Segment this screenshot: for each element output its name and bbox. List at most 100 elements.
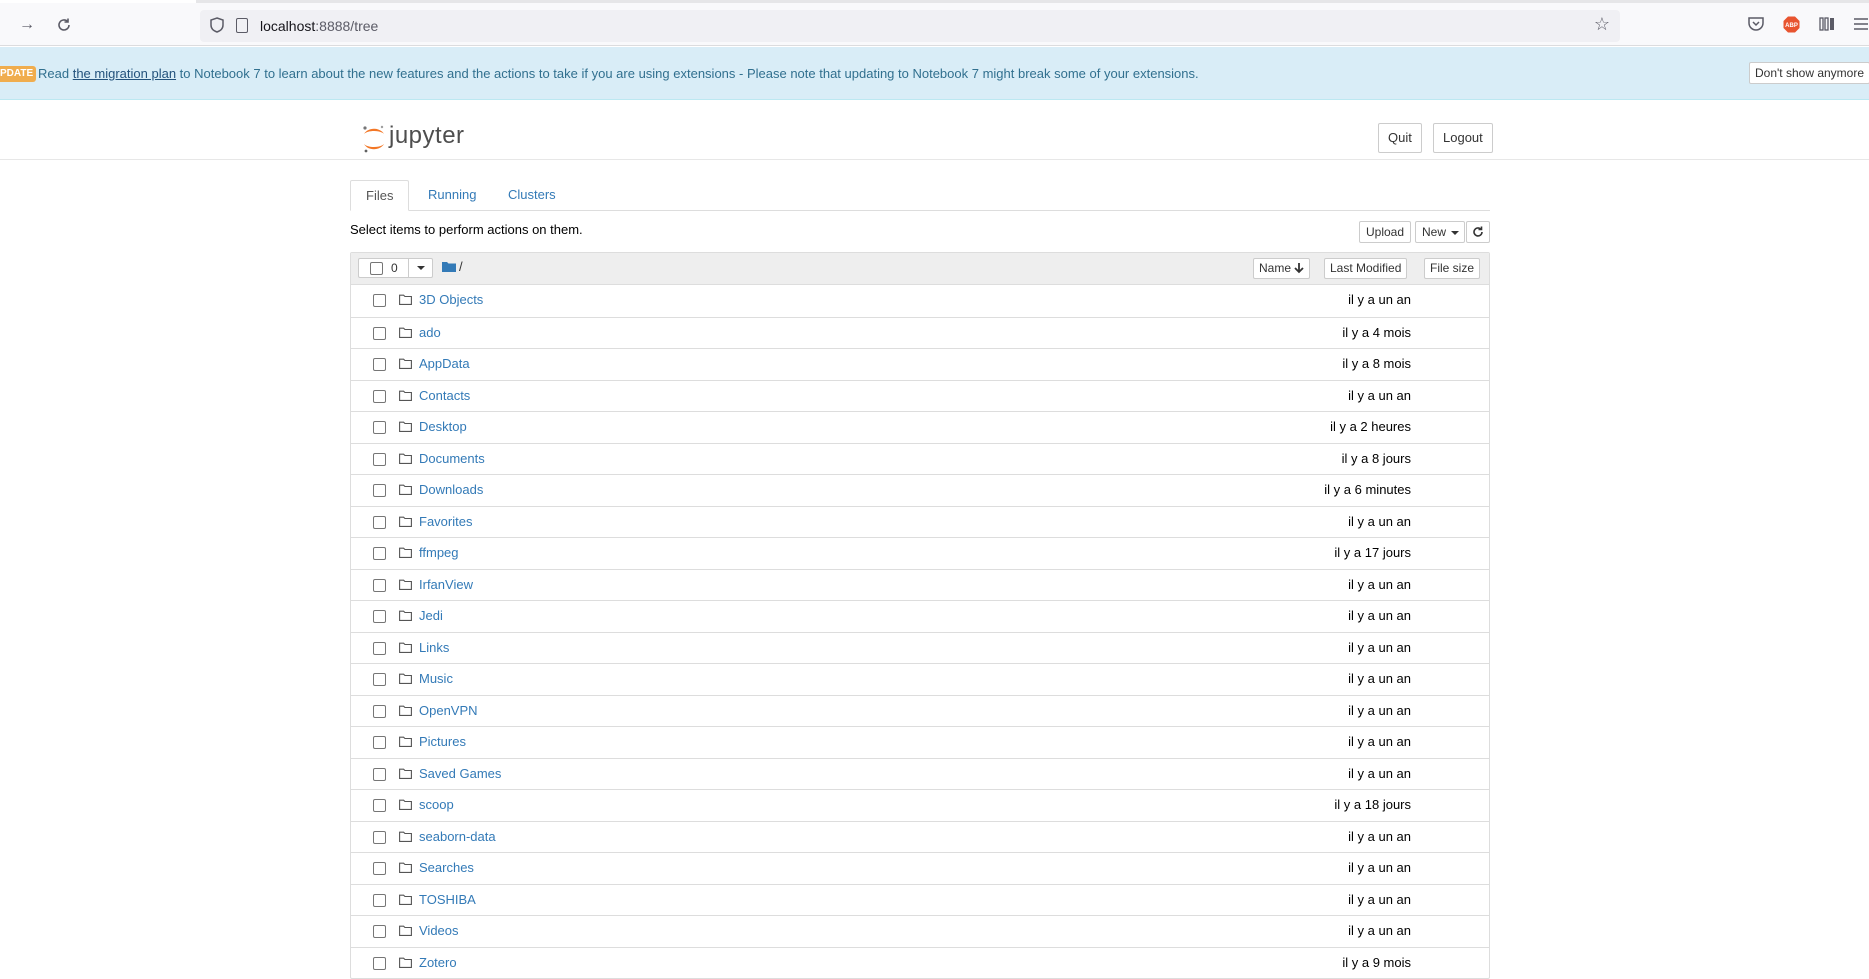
quit-button[interactable]: Quit — [1378, 123, 1422, 153]
adblock-icon[interactable]: ABP — [1783, 16, 1800, 33]
item-checkbox[interactable] — [373, 956, 386, 970]
pocket-icon[interactable] — [1748, 17, 1764, 31]
list-item[interactable]: TOSHIBA il y a un an — [351, 883, 1489, 916]
list-item[interactable]: Downloads il y a 6 minutes — [351, 474, 1489, 506]
item-name-link[interactable]: Links — [419, 640, 449, 655]
item-name-link[interactable]: seaborn-data — [419, 829, 496, 844]
list-item[interactable]: Desktop il y a 2 heures — [351, 411, 1489, 443]
item-name-link[interactable]: Searches — [419, 860, 474, 875]
item-checkbox[interactable] — [373, 799, 386, 812]
shield-icon[interactable] — [210, 17, 224, 33]
tab-files[interactable]: Files — [350, 180, 410, 211]
item-checkbox[interactable] — [373, 610, 386, 623]
list-item[interactable]: Videos il y a un an — [351, 915, 1489, 947]
new-dropdown-button[interactable]: New — [1415, 221, 1466, 243]
list-item[interactable]: ffmpeg il y a 17 jours — [351, 537, 1489, 569]
item-name-link[interactable]: TOSHIBA — [419, 892, 476, 907]
sort-by-size-button[interactable]: File size — [1424, 258, 1481, 279]
item-checkbox[interactable] — [373, 673, 386, 686]
list-item[interactable]: scoop il y a 18 jours — [351, 789, 1489, 821]
item-name-link[interactable]: 3D Objects — [419, 292, 483, 307]
item-name-link[interactable]: Jedi — [419, 608, 443, 623]
refresh-button[interactable] — [1466, 221, 1490, 243]
item-name-link[interactable]: ffmpeg — [419, 545, 459, 560]
item-name-link[interactable]: Music — [419, 671, 453, 686]
reload-icon[interactable] — [53, 14, 75, 36]
list-item[interactable]: OpenVPN il y a un an — [351, 694, 1489, 727]
tab-running[interactable]: Running — [413, 180, 491, 210]
menu-icon[interactable] — [1854, 17, 1868, 31]
list-item[interactable]: Zotero il y a 9 mois — [351, 946, 1489, 979]
list-item[interactable]: seaborn-data il y a un an — [351, 820, 1489, 853]
item-last-modified: il y a 18 jours — [1334, 797, 1411, 812]
item-checkbox[interactable] — [373, 389, 386, 403]
item-checkbox[interactable] — [373, 452, 386, 466]
item-checkbox[interactable] — [373, 893, 386, 907]
breadcrumb-root[interactable]: / — [459, 259, 463, 274]
list-item[interactable]: Pictures il y a un an — [351, 726, 1489, 758]
url-text[interactable]: localhost:8888/tree — [260, 18, 378, 34]
item-name-link[interactable]: ado — [419, 325, 441, 340]
item-name-link[interactable]: OpenVPN — [419, 703, 478, 718]
list-item[interactable]: 3D Objects il y a un an — [351, 285, 1489, 317]
list-item[interactable]: AppData il y a 8 mois — [351, 348, 1489, 380]
item-checkbox[interactable] — [373, 421, 386, 434]
item-name-link[interactable]: Pictures — [419, 734, 466, 749]
item-checkbox[interactable] — [373, 925, 386, 938]
item-checkbox[interactable] — [373, 484, 386, 497]
jupyter-logo-text[interactable]: jupyter — [389, 122, 465, 150]
selection-menu-button[interactable] — [408, 259, 433, 277]
item-checkbox[interactable] — [373, 767, 386, 781]
item-name-link[interactable]: Desktop — [419, 419, 467, 434]
list-item[interactable]: Searches il y a un an — [351, 852, 1489, 884]
item-name-link[interactable]: scoop — [419, 797, 454, 812]
item-name-link[interactable]: Saved Games — [419, 766, 501, 781]
item-checkbox[interactable] — [373, 641, 386, 655]
list-item[interactable]: ado il y a 4 mois — [351, 316, 1489, 349]
list-item[interactable]: IrfanView il y a un an — [351, 568, 1489, 601]
forward-icon[interactable]: → — [16, 14, 38, 36]
item-name-link[interactable]: Contacts — [419, 388, 470, 403]
select-all-checkbox[interactable] — [370, 262, 383, 275]
item-checkbox[interactable] — [373, 578, 386, 592]
bookmark-star-icon[interactable]: ☆ — [1594, 14, 1610, 35]
item-name-link[interactable]: Favorites — [419, 514, 472, 529]
item-name-link[interactable]: Videos — [419, 923, 459, 938]
folder-home-icon[interactable] — [442, 261, 456, 272]
tab-clusters[interactable]: Clusters — [493, 180, 571, 210]
page-icon[interactable] — [236, 18, 248, 33]
item-checkbox[interactable] — [373, 704, 386, 718]
item-checkbox[interactable] — [373, 515, 386, 529]
dont-show-anymore-button[interactable]: Don't show anymore — [1749, 62, 1869, 84]
list-item[interactable]: Documents il y a 8 jours — [351, 442, 1489, 475]
list-item[interactable]: Jedi il y a un an — [351, 600, 1489, 632]
upload-button[interactable]: Upload — [1359, 221, 1412, 243]
item-name-link[interactable]: Documents — [419, 451, 485, 466]
item-name-link[interactable]: Downloads — [419, 482, 483, 497]
item-checkbox[interactable] — [373, 547, 386, 560]
item-checkbox[interactable] — [373, 830, 386, 844]
list-item[interactable]: Music il y a un an — [351, 663, 1489, 695]
active-browser-tab[interactable] — [0, 0, 196, 3]
item-name-link[interactable]: IrfanView — [419, 577, 473, 592]
sort-by-modified-button[interactable]: Last Modified — [1324, 258, 1408, 279]
jupyter-logo-icon[interactable] — [362, 125, 386, 153]
item-checkbox[interactable] — [373, 326, 386, 340]
item-checkbox[interactable] — [373, 294, 386, 307]
library-icon[interactable] — [1819, 17, 1835, 31]
item-checkbox[interactable] — [373, 862, 386, 875]
select-all-control[interactable]: 0 — [358, 258, 433, 278]
item-checkbox[interactable] — [373, 736, 386, 749]
migration-plan-link[interactable]: the migration plan — [73, 66, 176, 81]
list-item[interactable]: Favorites il y a un an — [351, 505, 1489, 538]
address-bar[interactable]: localhost:8888/tree ☆ — [200, 10, 1620, 42]
list-item[interactable]: Links il y a un an — [351, 631, 1489, 664]
item-name-link[interactable]: AppData — [419, 356, 470, 371]
logout-button[interactable]: Logout — [1433, 123, 1493, 153]
item-name-link[interactable]: Zotero — [419, 955, 457, 970]
item-checkbox[interactable] — [373, 358, 386, 371]
sort-by-name-button[interactable]: Name — [1253, 258, 1311, 279]
list-item[interactable]: Saved Games il y a un an — [351, 757, 1489, 790]
list-item[interactable]: Contacts il y a un an — [351, 379, 1489, 412]
folder-icon — [399, 894, 412, 905]
